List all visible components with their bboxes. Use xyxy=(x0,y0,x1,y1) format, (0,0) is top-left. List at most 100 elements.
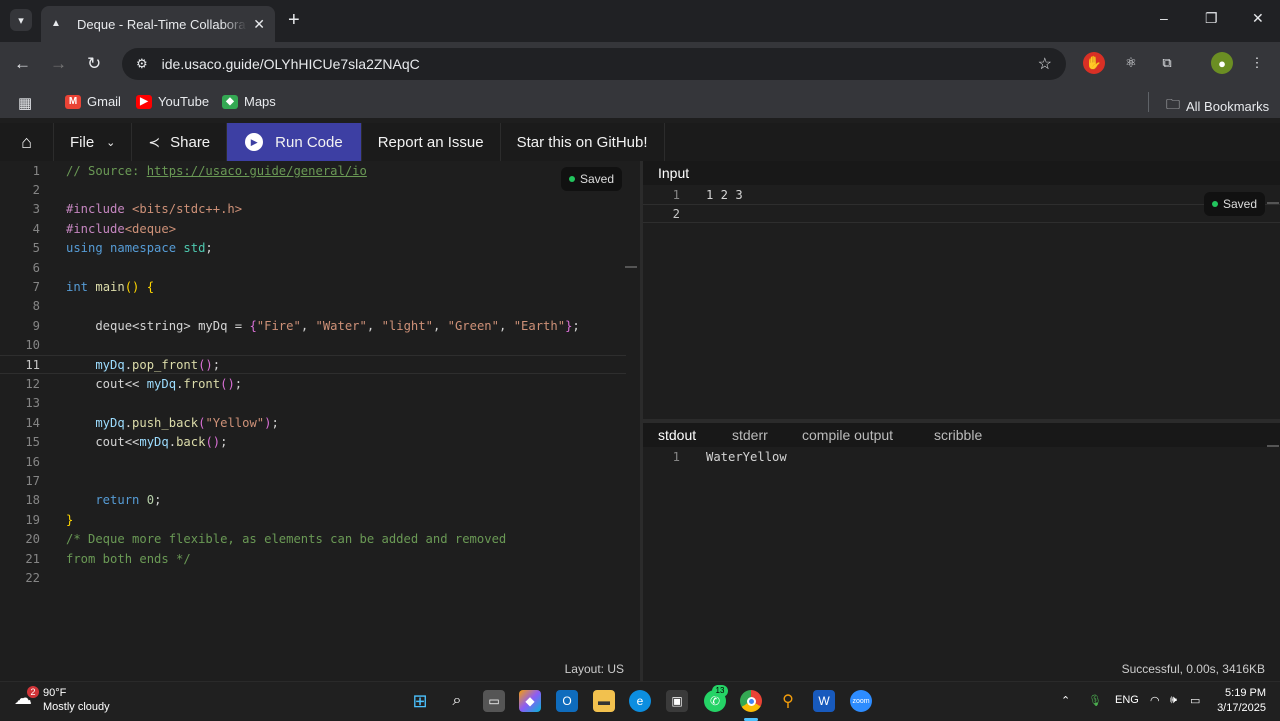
code-line[interactable]: 14 myDq.push_back("Yellow"); xyxy=(0,413,626,432)
forward-icon[interactable]: → xyxy=(50,54,67,74)
code-line[interactable]: 19} xyxy=(0,510,626,529)
outlook-icon[interactable]: O xyxy=(556,690,578,712)
magnifier-icon[interactable]: ⚲ xyxy=(777,690,799,712)
windows-start-icon[interactable]: ⊞ xyxy=(409,690,431,712)
code-line[interactable]: 12 cout<< myDq.front(); xyxy=(0,374,626,393)
line-number: 14 xyxy=(25,415,40,430)
new-tab-icon[interactable]: + xyxy=(288,10,300,30)
battery-icon[interactable]: ▭ xyxy=(1190,694,1200,707)
browser-tab[interactable]: ▲ Deque - Real-Time Collaborative Online… xyxy=(41,6,275,42)
bookmark-gmail[interactable]: M Gmail xyxy=(65,94,121,109)
extensions-puzzle-icon[interactable]: ⧉ xyxy=(1156,52,1178,74)
code-line[interactable]: 22 xyxy=(0,568,626,587)
code-line[interactable]: 17 xyxy=(0,471,626,490)
chrome-icon[interactable] xyxy=(740,690,762,712)
react-devtools-icon[interactable]: ⚛ xyxy=(1120,52,1142,74)
code-line[interactable]: 4 #include<deque> xyxy=(0,219,626,238)
output-scrollbar[interactable] xyxy=(1267,445,1279,447)
back-icon[interactable]: ← xyxy=(14,54,31,74)
edge-icon[interactable]: e xyxy=(629,690,651,712)
code-line[interactable]: 8 xyxy=(0,297,626,316)
line-number: 1 xyxy=(32,163,40,178)
search-icon[interactable]: ⌕ xyxy=(446,690,468,712)
code-text: myDq.pop_front(); xyxy=(66,357,221,372)
line-number: 6 xyxy=(32,260,40,275)
bookmark-youtube[interactable]: ▶ YouTube xyxy=(136,94,209,109)
tab-stderr[interactable]: stderr xyxy=(732,427,768,443)
word-icon[interactable]: W xyxy=(813,690,835,712)
code-line[interactable]: 5 using namespace std; xyxy=(0,239,626,258)
all-bookmarks[interactable]: 🗀 All Bookmarks xyxy=(1166,94,1269,118)
microphone-icon[interactable]: 🎙 xyxy=(1088,694,1102,707)
code-line[interactable]: 1 // Source: https://usaco.guide/general/… xyxy=(0,161,626,180)
line-number: 2 xyxy=(672,206,680,221)
code-line[interactable]: 6 xyxy=(0,258,626,277)
tab-compile-output[interactable]: compile output xyxy=(802,427,893,443)
input-line[interactable]: 1 1 2 3 xyxy=(643,185,1280,204)
editor-scrollbar[interactable] xyxy=(625,266,637,268)
tab-scribble[interactable]: scribble xyxy=(934,427,982,443)
input-line[interactable]: 2 xyxy=(643,204,1280,223)
weather-desc: Mostly cloudy xyxy=(43,701,110,713)
keyboard-layout-label: Layout: US xyxy=(564,662,624,676)
bookmark-star-icon[interactable]: ☆ xyxy=(1038,54,1052,74)
language-indicator[interactable]: ENG xyxy=(1115,694,1139,706)
code-text: using namespace std; xyxy=(66,241,213,256)
task-view-icon[interactable]: ▭ xyxy=(483,690,505,712)
clock-time[interactable]: 5:19 PM xyxy=(1218,687,1266,699)
github-star-link[interactable]: Star this on GitHub! xyxy=(501,123,665,161)
clock-date[interactable]: 3/17/2025 xyxy=(1214,702,1266,714)
tab-stdout[interactable]: stdout xyxy=(658,427,696,443)
restore-icon[interactable]: ❐ xyxy=(1205,10,1218,27)
line-number: 22 xyxy=(25,571,40,586)
extension-red-icon[interactable]: ✋ xyxy=(1083,52,1105,74)
apps-grid-icon[interactable]: ▦ xyxy=(18,94,32,112)
input-pane[interactable]: Input 1 1 2 3 2 Saved xyxy=(643,161,1280,419)
store-icon[interactable]: ▣ xyxy=(666,690,688,712)
tab-close-icon[interactable]: ✕ xyxy=(253,16,265,33)
file-explorer-icon[interactable]: ▬ xyxy=(593,690,615,712)
home-button[interactable]: ⌂ xyxy=(0,123,54,161)
tray-chevron-up-icon[interactable]: ⌃ xyxy=(1061,694,1070,707)
line-number: 9 xyxy=(32,318,40,333)
address-url[interactable]: ide.usaco.guide/OLYhHICUe7sla2ZNAqC xyxy=(162,56,420,72)
code-line[interactable]: 20 /* Deque more flexible, as elements ca… xyxy=(0,530,626,549)
run-code-button[interactable]: ▶ Run Code xyxy=(227,123,362,161)
file-menu-button[interactable]: File ⌄ xyxy=(54,123,133,161)
share-button[interactable]: ≺ Share xyxy=(132,123,228,161)
code-line[interactable]: 9 deque<string> myDq = {"Fire", "Water",… xyxy=(0,316,626,335)
code-line[interactable]: 18 return 0; xyxy=(0,491,626,510)
bookmark-label: Maps xyxy=(244,94,276,109)
code-editor[interactable]: Saved 1// Source: https://usaco.guide/ge… xyxy=(0,161,640,657)
code-line[interactable]: 11 myDq.pop_front(); xyxy=(0,355,626,375)
copilot-icon[interactable]: ◆ xyxy=(519,690,541,712)
report-issue-link[interactable]: Report an Issue xyxy=(362,123,501,161)
code-line[interactable]: 16 xyxy=(0,452,626,471)
wifi-icon[interactable]: ◠ xyxy=(1150,694,1160,707)
github-star-label: Star this on GitHub! xyxy=(516,133,648,151)
window-close-icon[interactable]: ✕ xyxy=(1252,10,1264,27)
bookmark-maps[interactable]: ◆ Maps xyxy=(222,94,276,109)
profile-avatar[interactable]: ● xyxy=(1211,52,1233,74)
reload-icon[interactable]: ↻ xyxy=(87,54,101,74)
line-number: 8 xyxy=(32,299,40,314)
tab-input[interactable]: Input xyxy=(658,165,689,181)
code-line[interactable]: 2 xyxy=(0,180,626,199)
address-bar[interactable]: ⚙ ide.usaco.guide/OLYhHICUe7sla2ZNAqC ☆ xyxy=(122,48,1066,80)
line-number: 11 xyxy=(25,357,40,372)
site-info-icon[interactable]: ⚙ xyxy=(136,56,148,72)
browser-menu-icon[interactable]: ⋮ xyxy=(1246,52,1268,74)
line-number: 3 xyxy=(32,202,40,217)
tab-search-icon[interactable]: ▾ xyxy=(10,9,32,31)
minimize-icon[interactable]: – xyxy=(1160,10,1168,26)
code-line[interactable]: 3 #include <bits/stdc++.h> xyxy=(0,200,626,219)
code-line[interactable]: 10 xyxy=(0,336,626,355)
volume-icon[interactable]: 🕪 xyxy=(1170,694,1177,707)
gmail-icon: M xyxy=(65,94,81,109)
zoom-icon[interactable]: zoom xyxy=(850,690,872,712)
code-line[interactable]: 15 cout<<myDq.back(); xyxy=(0,433,626,452)
code-line[interactable]: 13 xyxy=(0,394,626,413)
code-line[interactable]: 7 int main() { xyxy=(0,277,626,296)
code-line[interactable]: 21 from both ends */ xyxy=(0,549,626,568)
input-scrollbar[interactable] xyxy=(1267,202,1279,204)
